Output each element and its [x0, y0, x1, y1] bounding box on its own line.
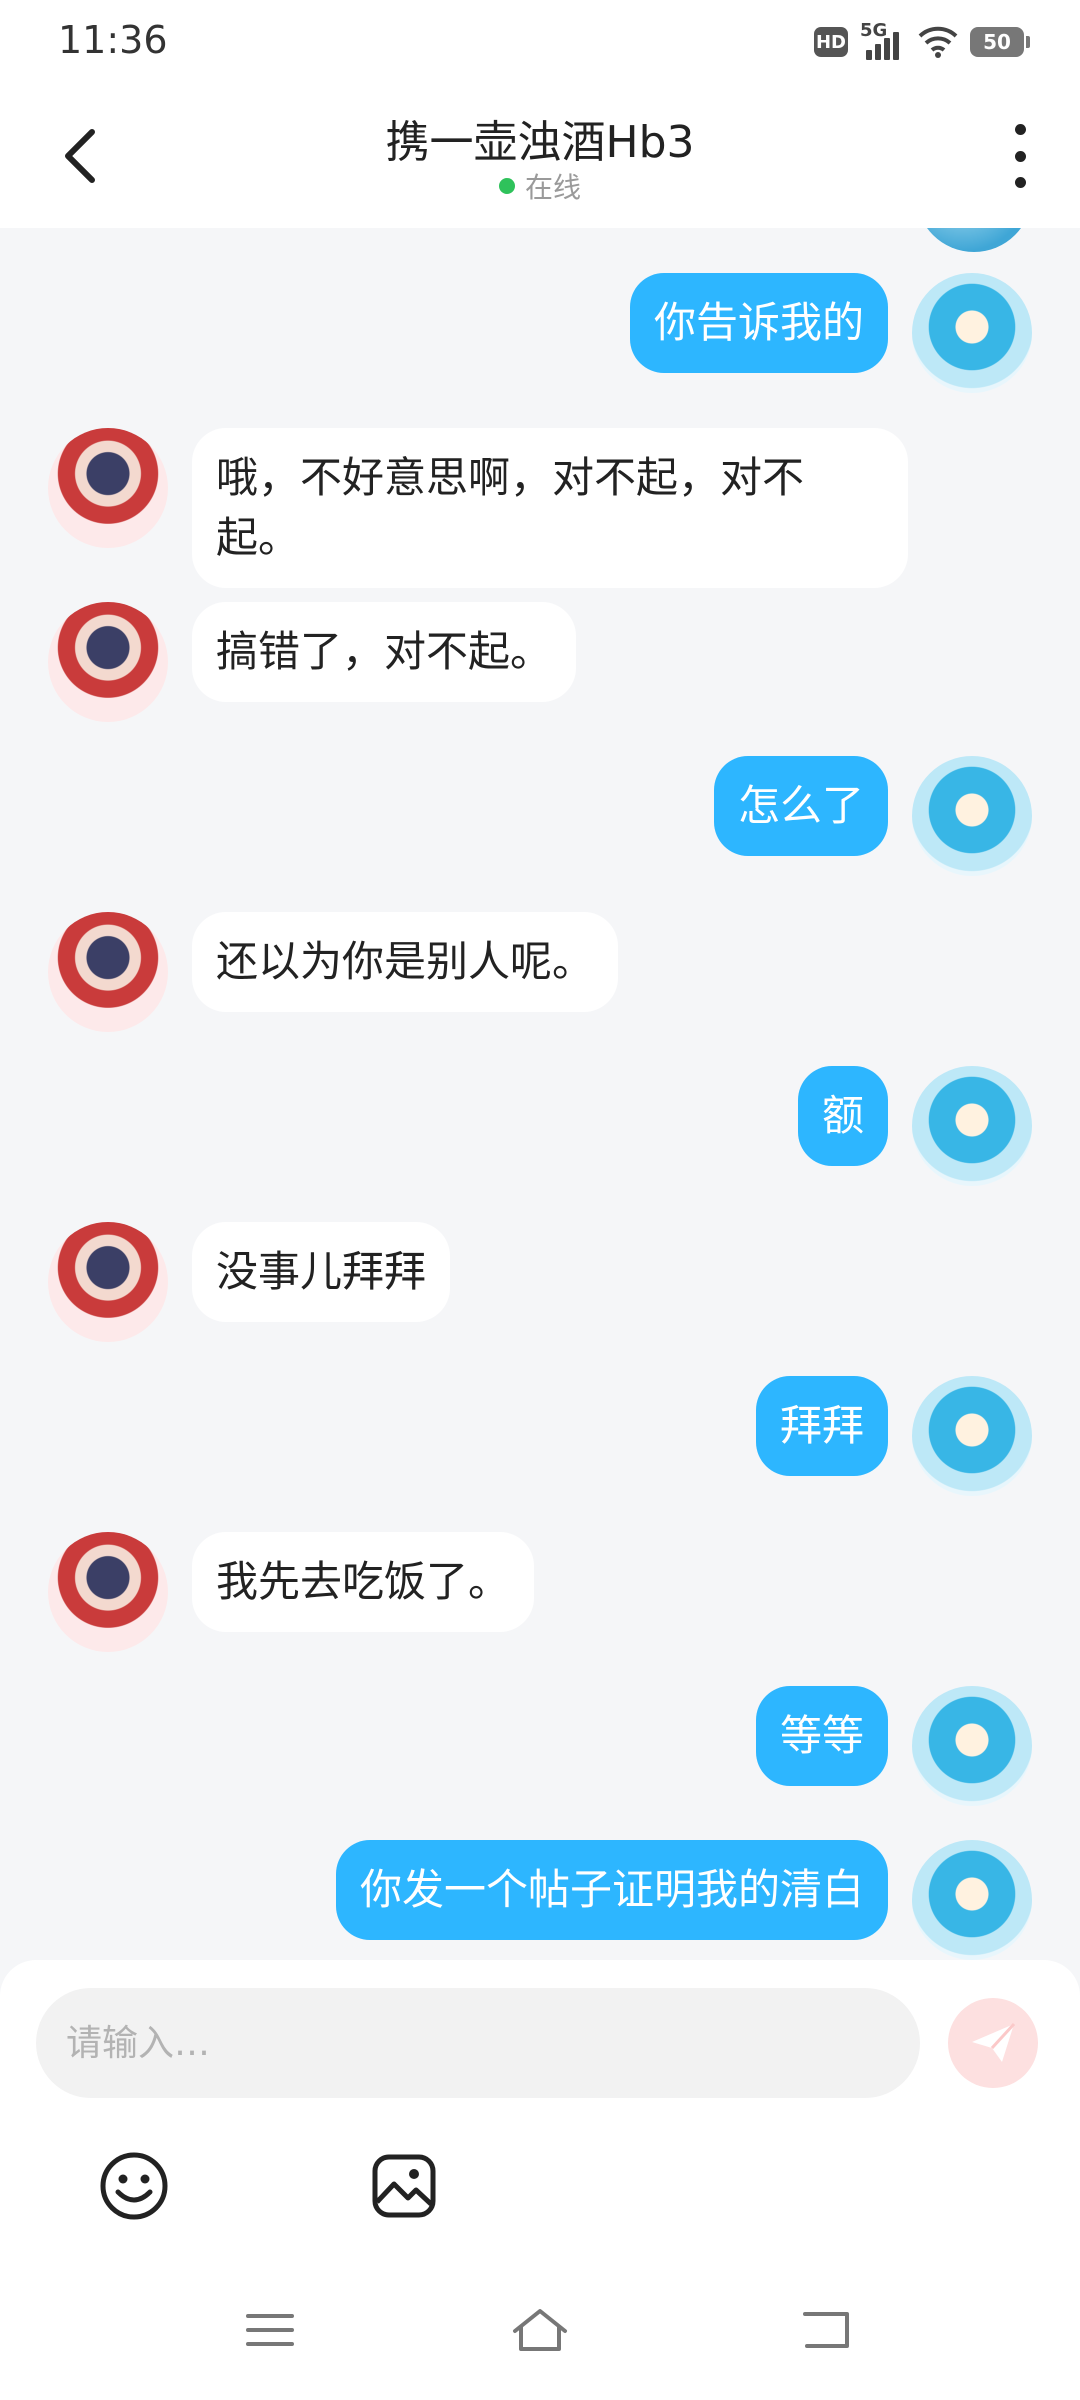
my-avatar[interactable] [916, 228, 1032, 252]
more-dot-icon [1014, 177, 1026, 188]
my-avatar[interactable] [912, 1686, 1032, 1806]
image-button[interactable] [356, 2138, 452, 2234]
recent-apps-button[interactable] [240, 2300, 300, 2360]
menu-icon [246, 2314, 294, 2346]
home-button[interactable] [510, 2300, 570, 2360]
wifi-icon [918, 26, 958, 58]
emoji-button[interactable] [86, 2138, 182, 2234]
contact-avatar[interactable] [48, 1222, 168, 1342]
chat-title: 携一壶浊酒Hb3 [385, 117, 695, 168]
message-bubble[interactable]: 哦，不好意思啊，对不起，对不起。 [192, 428, 908, 588]
contact-avatar[interactable] [48, 428, 168, 548]
chat-header: 携一壶浊酒Hb3 在线 [0, 84, 1080, 228]
message-bubble[interactable]: 你发一个帖子证明我的清白 [335, 1840, 888, 1940]
contact-avatar[interactable] [48, 602, 168, 722]
contact-avatar[interactable] [48, 1532, 168, 1652]
status-icons: HD 5G 50 [814, 20, 1030, 62]
message-bubble[interactable]: 还以为你是别人呢。 [192, 912, 619, 1012]
home-icon [513, 2309, 567, 2351]
message-bubble[interactable]: 搞错了，对不起。 [192, 602, 577, 702]
message-bubble[interactable]: 我先去吃饭了。 [192, 1532, 535, 1632]
back-nav-button[interactable] [796, 2300, 856, 2360]
my-avatar[interactable] [912, 273, 1032, 393]
status-bar: 11:36 HD 5G 50 [0, 0, 1080, 84]
my-avatar[interactable] [912, 1840, 1032, 1960]
system-nav-bar [0, 2260, 1080, 2400]
send-button[interactable] [948, 1998, 1038, 2088]
more-dot-icon [1014, 124, 1026, 135]
cellular-signal-icon: 5G [860, 20, 906, 60]
image-icon [372, 2154, 436, 2218]
message-bubble[interactable]: 额 [797, 1066, 888, 1166]
more-dot-icon [1014, 150, 1026, 162]
message-bubble[interactable]: 你告诉我的 [629, 273, 888, 373]
online-dot-icon [498, 178, 515, 194]
contact-avatar[interactable] [48, 912, 168, 1032]
message-input[interactable] [36, 1988, 920, 2098]
hd-icon: HD [814, 27, 848, 57]
message-bubble[interactable]: 怎么了 [713, 756, 888, 856]
online-status-label: 在线 [524, 171, 581, 204]
battery-icon: 50 [970, 27, 1030, 57]
status-time: 11:36 [58, 18, 168, 62]
online-status: 在线 [0, 166, 1080, 206]
message-bubble[interactable]: 拜拜 [755, 1376, 888, 1476]
message-bubble[interactable]: 等等 [755, 1686, 888, 1786]
send-icon [972, 2022, 1016, 2062]
smiley-icon [100, 2152, 168, 2220]
my-avatar[interactable] [912, 1376, 1032, 1496]
my-avatar[interactable] [912, 756, 1032, 876]
my-avatar[interactable] [912, 1066, 1032, 1186]
message-bubble[interactable]: 没事儿拜拜 [192, 1222, 451, 1322]
back-arrow-icon [803, 2312, 849, 2348]
more-options-button[interactable] [1000, 124, 1040, 188]
message-list[interactable]: 你告诉我的 哦，不好意思啊，对不起，对不起。 搞错了，对不起。 怎么了 还以为你… [0, 228, 1080, 1960]
